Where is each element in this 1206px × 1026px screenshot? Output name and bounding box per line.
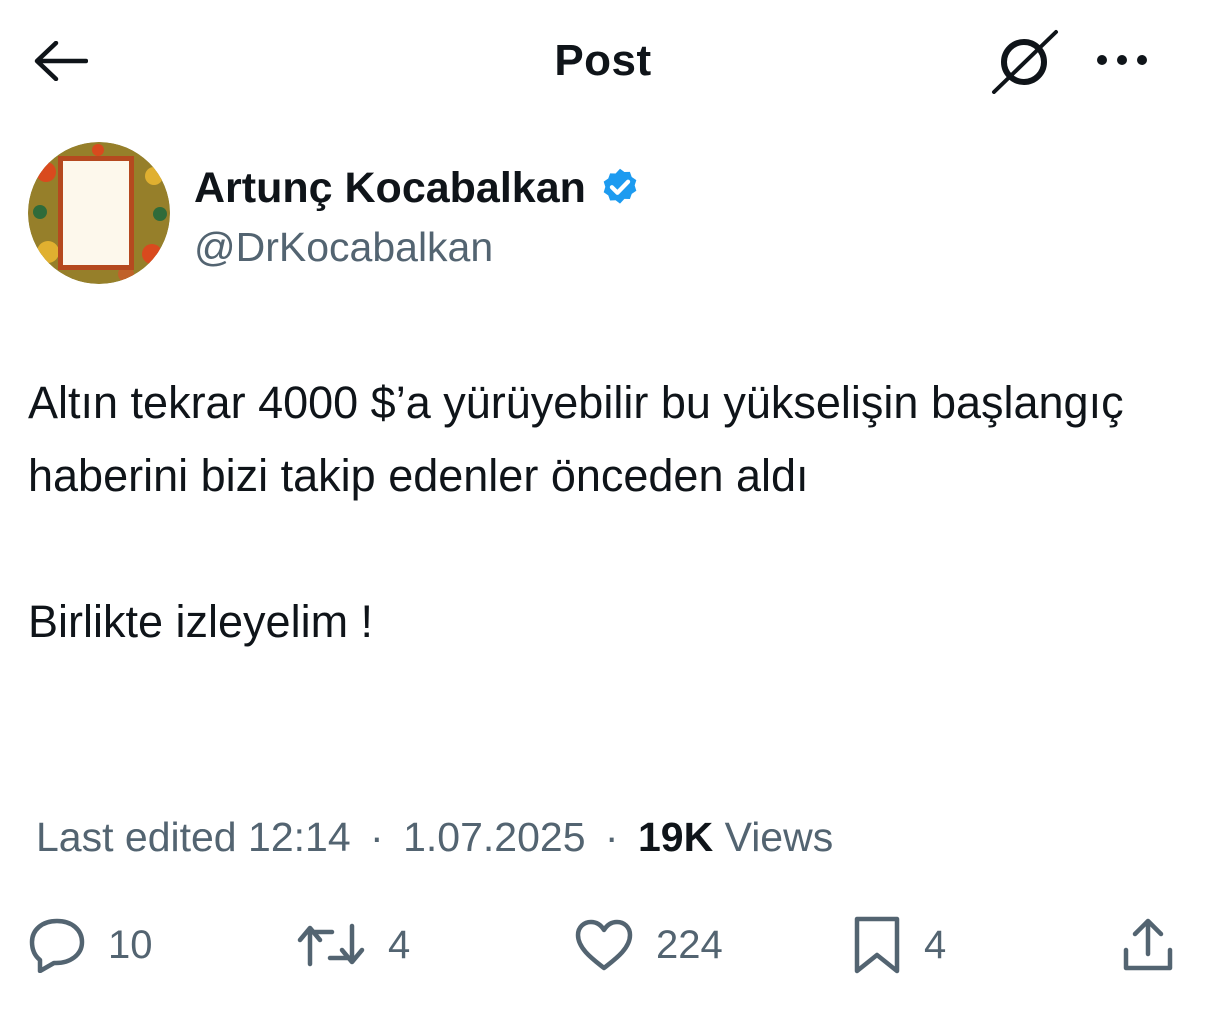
post-date: 1.07.2025: [403, 814, 586, 860]
bookmark-count: 4: [924, 923, 947, 967]
share-icon: [1118, 916, 1178, 974]
like-button[interactable]: 224: [574, 905, 723, 985]
more-horizontal-icon: [1097, 55, 1147, 65]
reply-button[interactable]: 10: [28, 905, 153, 985]
repost-icon: [296, 920, 366, 970]
like-count: 224: [656, 923, 723, 967]
grok-icon: [992, 30, 1058, 94]
display-name-row: Artunç Kocabalkan: [194, 162, 642, 214]
bookmark-icon: [852, 915, 902, 975]
views-label: Views: [724, 814, 834, 860]
edited-label[interactable]: Last edited: [36, 814, 237, 860]
reply-count: 10: [108, 923, 153, 967]
share-button[interactable]: [1118, 905, 1178, 985]
heart-icon: [574, 918, 634, 972]
bookmark-button[interactable]: 4: [852, 905, 946, 985]
reply-icon: [28, 917, 86, 973]
avatar[interactable]: [28, 142, 170, 284]
verified-badge-icon: [598, 166, 642, 210]
post-meta: Last edited 12:14 · 1.07.2025 · 19K View…: [36, 810, 833, 864]
post-time: 12:14: [248, 814, 351, 860]
more-options-button[interactable]: [1088, 36, 1156, 84]
post-text: Altın tekrar 4000 $’a yürüyebilir bu yük…: [28, 366, 1178, 658]
avatar-ornament-image: [28, 142, 170, 284]
post-paragraph: Altın tekrar 4000 $’a yürüyebilir bu yük…: [28, 377, 1124, 501]
top-bar: Post: [0, 0, 1206, 120]
grok-button[interactable]: [990, 28, 1062, 94]
repost-button[interactable]: 4: [296, 905, 410, 985]
user-handle[interactable]: @DrKocabalkan: [194, 222, 493, 272]
post-paragraph: Birlikte izleyelim !: [28, 596, 374, 647]
action-bar: 10 4 224 4: [0, 905, 1206, 985]
display-name[interactable]: Artunç Kocabalkan: [194, 162, 586, 214]
repost-count: 4: [388, 923, 411, 967]
meta-separator: ·: [604, 814, 619, 860]
views-count: 19K: [637, 814, 714, 860]
author-block: Artunç Kocabalkan @DrKocabalkan: [28, 142, 1178, 292]
meta-separator: ·: [370, 814, 384, 860]
